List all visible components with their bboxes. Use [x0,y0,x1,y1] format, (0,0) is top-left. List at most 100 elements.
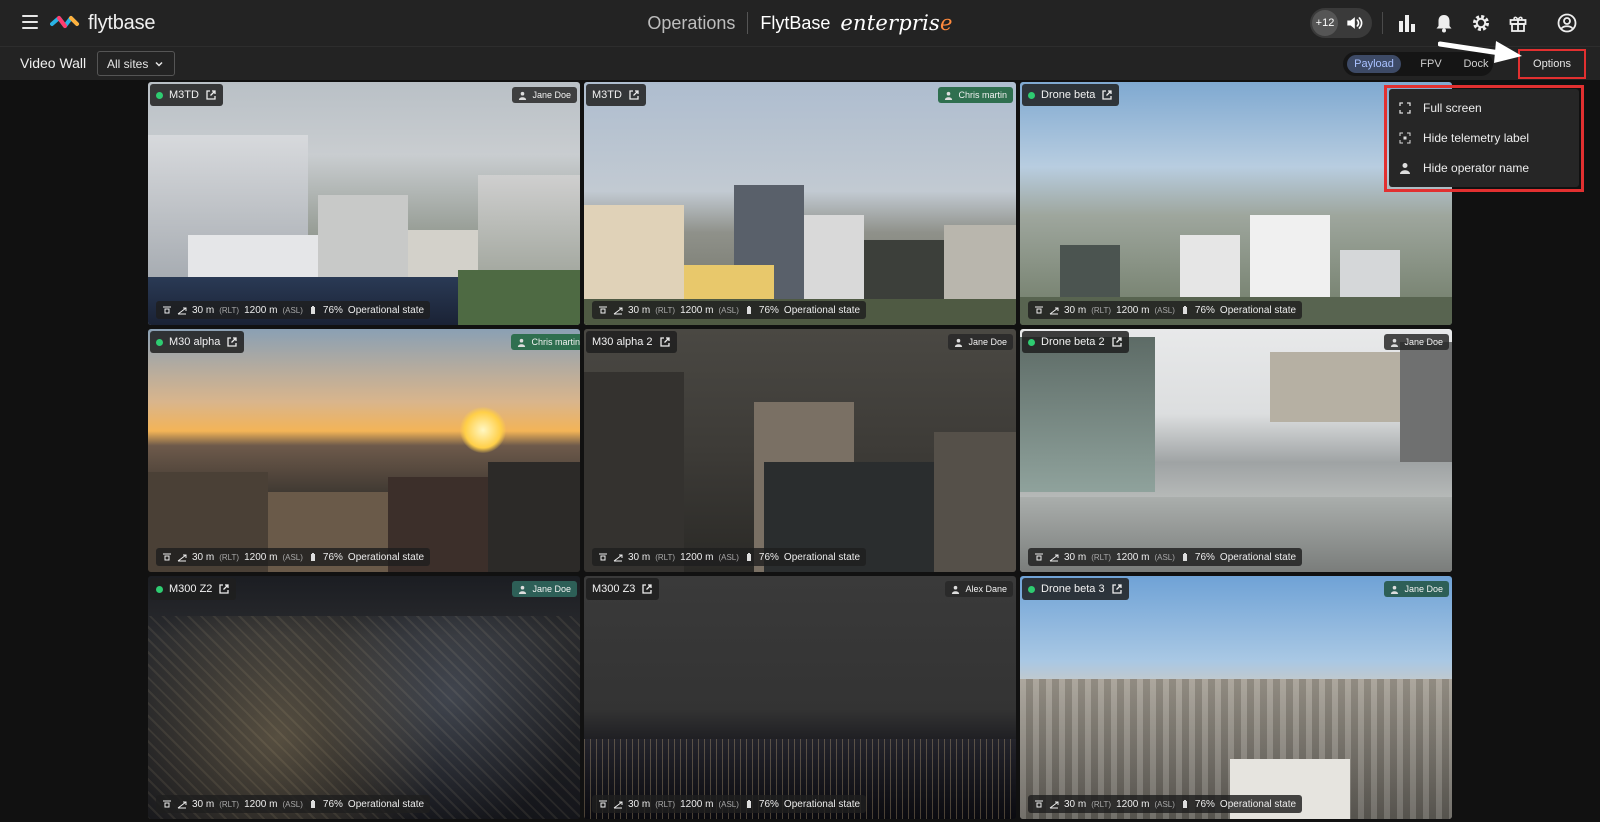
status-online-icon [1028,338,1035,346]
edition-label: enterprise [840,11,952,35]
external-link-icon[interactable] [226,336,238,348]
status-online-icon [156,585,163,593]
telemetry-label: 30 m (RLT) 1200 m (ASL) 76% Operational state [156,795,431,813]
altitude-icon [177,307,187,315]
battery-level: 76% [1194,798,1215,810]
battery-level: 76% [758,551,779,563]
asl-altitude: 1200 m [244,551,278,563]
asl-altitude: 1200 m [244,304,278,316]
video-feed[interactable]: M30 alpha 2 Jane Doe 30 m (RLT) 1200 m (ASL… [584,329,1016,572]
drone-name-tag: M30 alpha 2 [586,331,677,353]
rlt-altitude: 30 m [192,304,215,316]
operational-state: Operational state [783,551,861,563]
video-feed[interactable]: M3TD Chris martin 30 m (RLT) 1200 m (ASL) 76… [584,82,1016,325]
asl-unit: (ASL) [1154,305,1175,315]
menu-item-label: Hide telemetry label [1423,131,1530,145]
gift-icon[interactable] [1507,12,1529,34]
edition-accent: e [940,11,953,35]
title-divider [747,12,749,34]
rlt-unit: (RLT) [655,305,676,315]
status-online-icon [1028,91,1035,99]
battery-icon [1182,800,1187,808]
person-icon [952,585,960,594]
drone-name-tag: M3TD [586,84,646,106]
drone-name-tag: Drone beta 3 [1022,578,1129,600]
mode-dock[interactable]: Dock [1461,55,1491,73]
drone-name-tag: M30 alpha [150,331,245,353]
flytbase-logo-icon [50,15,79,28]
section-title: Operations [647,12,736,33]
status-online-icon [156,338,163,346]
external-link-icon[interactable] [641,583,653,595]
video-feed[interactable]: Drone beta 3 Jane Doe 30 m (RLT) 1200 m (AS… [1020,576,1452,819]
external-link-icon[interactable] [1101,89,1113,101]
site-select[interactable]: All sites [97,51,175,76]
asl-unit: (ASL) [282,305,303,315]
person-icon [1400,163,1410,174]
operator-tag: Jane Doe [1384,334,1449,350]
telemetry-label: 30 m (RLT) 1200 m (ASL) 76% Operational state [592,795,867,813]
battery-icon [1182,306,1187,314]
drone-name: M3TD [169,89,199,101]
external-link-icon[interactable] [218,583,230,595]
video-feed[interactable]: Drone beta 2 Jane Doe 30 m (RLT) 1200 m (AS… [1020,329,1452,572]
operator-name: Chris martin [958,90,1007,100]
view-mode-switch: Payload FPV Dock [1343,52,1493,76]
battery-level: 76% [1194,304,1215,316]
operator-name: Jane Doe [532,90,571,100]
rlt-altitude: 30 m [628,798,651,810]
external-link-icon[interactable] [205,89,217,101]
altitude-icon [1049,307,1059,315]
rlt-unit: (RLT) [1091,799,1112,809]
battery-icon [310,553,315,561]
drone-icon [1035,306,1043,314]
operational-state: Operational state [347,551,425,563]
video-feed[interactable]: M300 Z2 Jane Doe 30 m (RLT) 1200 m (ASL) 76%… [148,576,580,819]
telemetry-label: 30 m (RLT) 1200 m (ASL) 76% Operational state [592,548,867,566]
drone-name: Drone beta 3 [1041,583,1105,595]
video-feed[interactable]: M300 Z3 Alex Dane 30 m (RLT) 1200 m (ASL) 76… [584,576,1016,819]
asl-altitude: 1200 m [680,304,714,316]
rlt-unit: (RLT) [1091,305,1112,315]
operational-state: Operational state [1219,551,1297,563]
logo[interactable]: flytbase [50,12,156,35]
account-icon[interactable] [1556,12,1578,34]
operational-state: Operational state [1219,304,1297,316]
external-link-icon[interactable] [1111,336,1123,348]
video-feed[interactable]: M3TD Jane Doe 30 m (RLT) 1200 m (ASL) 76% Ope… [148,82,580,325]
rlt-unit: (RLT) [219,305,240,315]
rlt-unit: (RLT) [655,552,676,562]
asl-unit: (ASL) [718,305,739,315]
bell-icon[interactable] [1433,12,1455,34]
external-link-icon[interactable] [1111,583,1123,595]
audio-control[interactable]: +12 [1310,8,1372,38]
battery-icon [310,800,315,808]
battery-icon [310,306,315,314]
asl-altitude: 1200 m [1116,304,1150,316]
external-link-icon[interactable] [628,89,640,101]
rlt-altitude: 30 m [1064,551,1087,563]
gear-icon[interactable] [1470,12,1492,34]
menu-icon[interactable] [22,15,38,29]
menu-item-hide-telemetry[interactable]: Hide telemetry label [1389,123,1579,153]
drone-name-tag: M300 Z3 [586,578,660,600]
asl-unit: (ASL) [718,799,739,809]
asl-unit: (ASL) [282,799,303,809]
telemetry-icon [1399,132,1411,144]
toolbar-divider [1382,12,1383,34]
operator-name: Jane Doe [1404,584,1443,594]
drone-icon [599,306,607,314]
menu-item-full-screen[interactable]: Full screen [1389,93,1579,123]
video-feed[interactable]: M30 alpha Chris martin 30 m (RLT) 1200 m (A… [148,329,580,572]
external-link-icon[interactable] [659,336,671,348]
menu-item-hide-operator[interactable]: Hide operator name [1389,153,1579,183]
mode-fpv[interactable]: FPV [1401,55,1461,73]
mode-payload[interactable]: Payload [1347,55,1401,73]
altitude-icon [613,801,623,809]
operational-state: Operational state [783,304,861,316]
video-wall-toolbar: Video Wall All sites Payload FPV Dock Op… [0,46,1600,80]
speaker-icon[interactable] [1344,13,1364,33]
options-button[interactable]: Options [1533,58,1571,70]
brand-name: FlytBase [760,12,831,33]
analytics-icon[interactable] [1396,12,1418,34]
